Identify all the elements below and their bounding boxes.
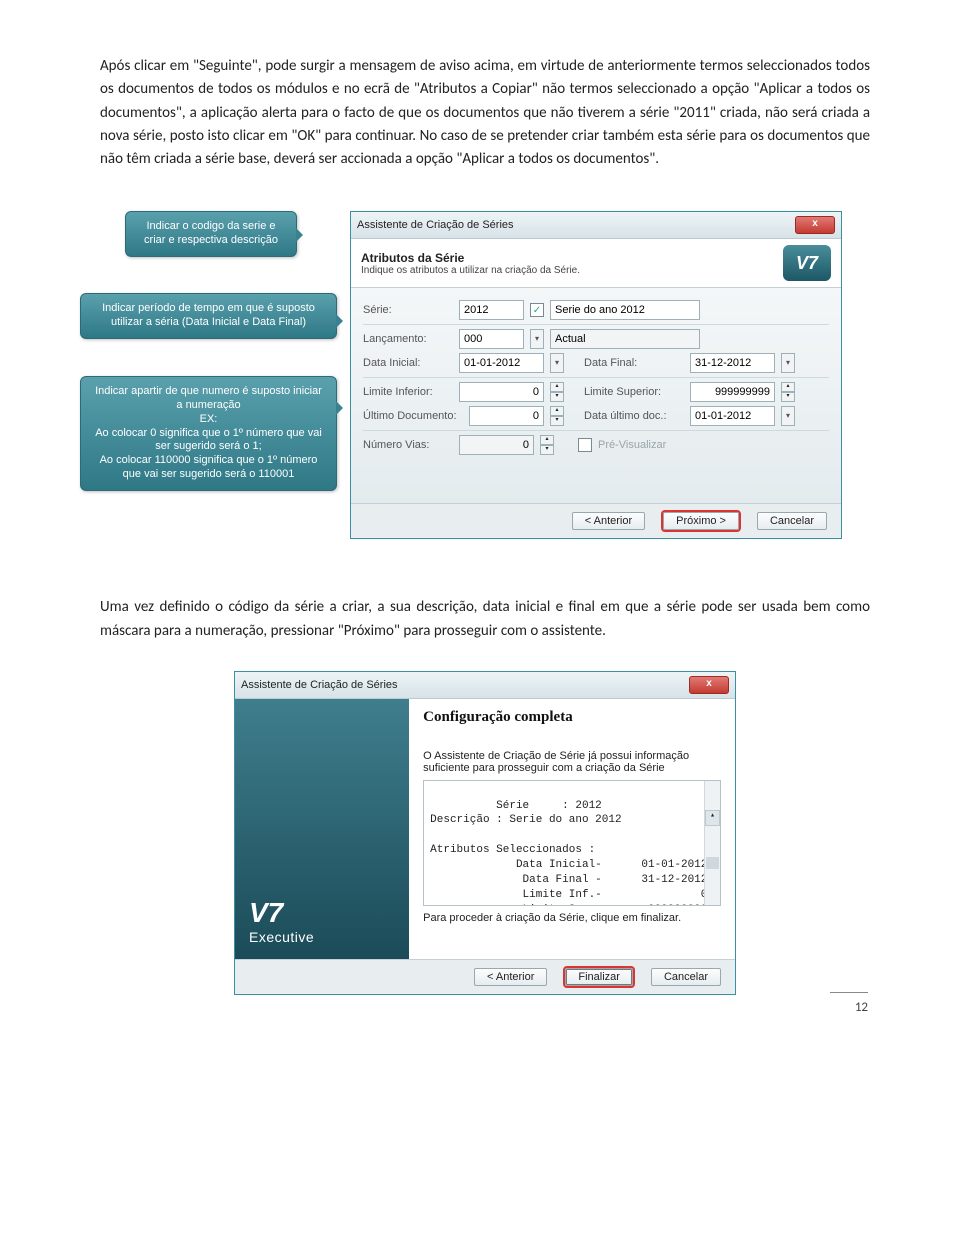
scroll-thumb[interactable]: [706, 857, 719, 869]
screenshot-1: Indicar o codigo da serie e criar e resp…: [125, 211, 845, 556]
paragraph-1: Após clicar em "Seguinte", pode surgir a…: [100, 55, 870, 171]
label-ult-doc: Último Documento:: [363, 410, 463, 422]
input-ult-doc[interactable]: [469, 406, 544, 426]
dropdown-di-icon[interactable]: ▾: [550, 353, 564, 373]
label-lancamento: Lançamento:: [363, 333, 453, 345]
logo-icon: V7: [249, 897, 395, 929]
checkbox-serie[interactable]: ✓: [530, 303, 544, 317]
label-num-vias: Número Vias:: [363, 439, 453, 451]
input-data-ult-doc[interactable]: [690, 406, 775, 426]
header-title: Atributos da Série: [361, 251, 580, 265]
anterior-button[interactable]: < Anterior: [474, 968, 547, 986]
brand-text: Executive: [249, 929, 395, 945]
config-intro: O Assistente de Criação de Série já poss…: [423, 750, 721, 774]
dialog-button-bar: < Anterior Próximo > Cancelar: [351, 503, 841, 538]
input-serie-desc[interactable]: [550, 300, 700, 320]
dialog-config-completa: Assistente de Criação de Séries x V7 Exe…: [234, 671, 736, 995]
dialog-header: Atributos da Série Indique os atributos …: [351, 239, 841, 288]
dropdown-df-icon[interactable]: ▾: [781, 353, 795, 373]
anterior-button[interactable]: < Anterior: [572, 512, 645, 530]
input-lim-inf[interactable]: [459, 382, 544, 402]
paragraph-2: Uma vez definido o código da série a cri…: [100, 596, 870, 643]
dialog-title: Assistente de Criação de Séries: [357, 219, 514, 231]
dropdown-lanc-icon[interactable]: ▾: [530, 329, 544, 349]
checkbox-previsualizar: [578, 438, 592, 452]
dialog2-button-bar: < Anterior Finalizar Cancelar: [235, 959, 735, 994]
page-number-divider: [830, 992, 868, 993]
spinner-num-vias-icon: ▴▾: [540, 435, 554, 455]
label-serie: Série:: [363, 304, 453, 316]
close-icon[interactable]: x: [795, 216, 835, 234]
config-heading: Configuração completa: [423, 709, 721, 726]
dialog2-sidebar: V7 Executive: [235, 699, 409, 959]
dialog-body: Série: ✓ Lançamento: ▾ Data Inicial: ▾ D: [351, 288, 841, 503]
spinner-lim-sup-icon[interactable]: ▴▾: [781, 382, 795, 402]
label-data-final: Data Final:: [584, 357, 684, 369]
dropdown-dud-icon[interactable]: ▾: [781, 406, 795, 426]
dialog-titlebar: Assistente de Criação de Séries x: [351, 212, 841, 239]
finalizar-button[interactable]: Finalizar: [565, 968, 633, 986]
input-data-final[interactable]: [690, 353, 775, 373]
spinner-ult-doc-icon[interactable]: ▴▾: [550, 406, 564, 426]
input-data-inicial[interactable]: [459, 353, 544, 373]
label-previsualizar: Pré-Visualizar: [598, 439, 666, 451]
input-serie[interactable]: [459, 300, 524, 320]
callout-codigo: Indicar o codigo da serie e criar e resp…: [125, 211, 297, 257]
callout-periodo: Indicar período de tempo em que é supost…: [80, 293, 337, 339]
dialog2-content: Configuração completa O Assistente de Cr…: [409, 699, 735, 959]
config-footer: Para proceder à criação da Série, clique…: [423, 912, 721, 924]
cancelar-button[interactable]: Cancelar: [757, 512, 827, 530]
callout-numero: Indicar apartir de que numero é suposto …: [80, 376, 337, 490]
input-lim-sup[interactable]: [690, 382, 775, 402]
logo-icon: V7: [783, 245, 831, 281]
input-num-vias: [459, 435, 534, 455]
listing-text: Série : 2012 Descrição : Serie do ano 20…: [430, 800, 714, 906]
label-lim-inf: Limite Inferior:: [363, 386, 453, 398]
label-data-ult-doc: Data último doc.:: [584, 410, 684, 422]
input-lancamento[interactable]: [459, 329, 524, 349]
dialog2-title: Assistente de Criação de Séries: [241, 679, 398, 691]
input-lanc-desc: [550, 329, 700, 349]
page-number: 12: [855, 1000, 868, 1015]
proximo-button[interactable]: Próximo >: [663, 512, 739, 530]
scrollbar[interactable]: ▴: [704, 781, 720, 905]
close-icon[interactable]: x: [689, 676, 729, 694]
spinner-lim-inf-icon[interactable]: ▴▾: [550, 382, 564, 402]
label-data-inicial: Data Inicial:: [363, 357, 453, 369]
dialog2-titlebar: Assistente de Criação de Séries x: [235, 672, 735, 699]
cancelar-button[interactable]: Cancelar: [651, 968, 721, 986]
scroll-up-icon[interactable]: ▴: [705, 810, 720, 826]
header-subtitle: Indique os atributos a utilizar na criaç…: [361, 265, 580, 276]
config-listing: Série : 2012 Descrição : Serie do ano 20…: [423, 780, 721, 906]
dialog-atributos: Assistente de Criação de Séries x Atribu…: [350, 211, 842, 539]
label-lim-sup: Limite Superior:: [584, 386, 684, 398]
